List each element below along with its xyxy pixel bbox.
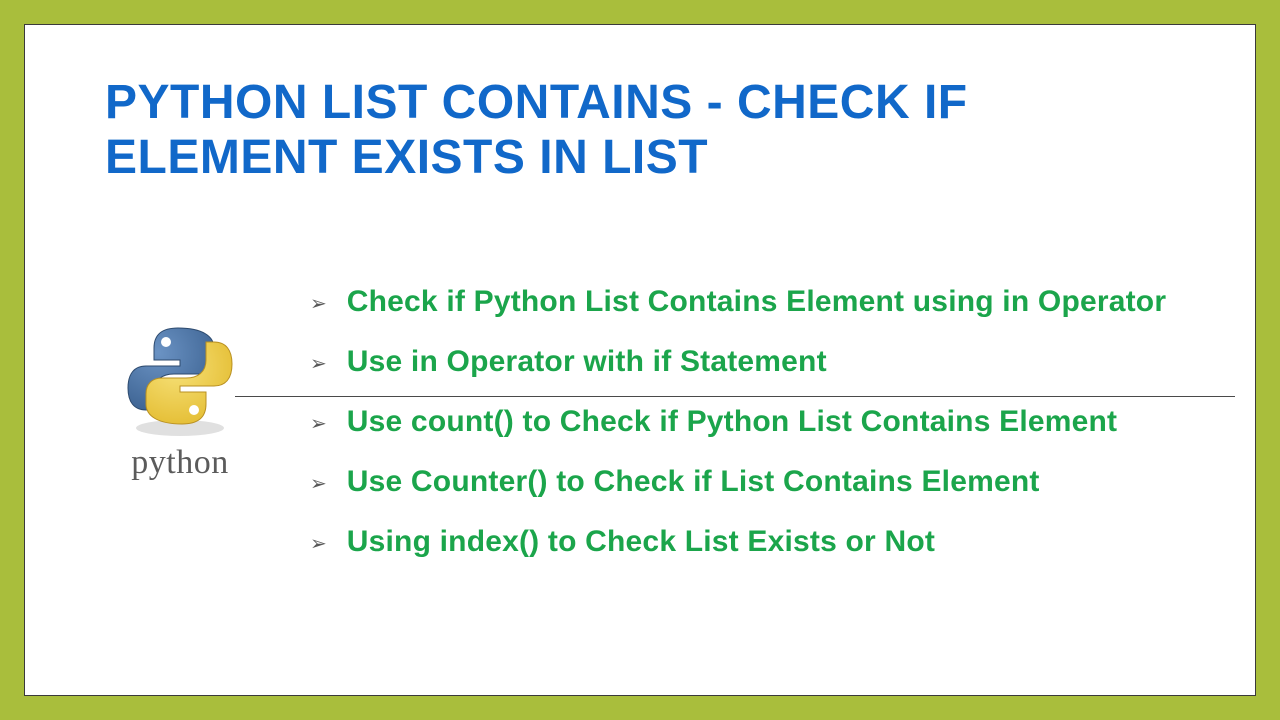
list-item: ➢ Use in Operator with if Statement: [310, 345, 1230, 379]
chevron-right-icon: ➢: [310, 411, 327, 436]
python-logo-icon: [120, 320, 240, 440]
list-item-text: Check if Python List Contains Element us…: [347, 285, 1166, 319]
list-item-text: Using index() to Check List Exists or No…: [347, 525, 935, 559]
list-item: ➢ Using index() to Check List Exists or …: [310, 525, 1230, 559]
chevron-right-icon: ➢: [310, 351, 327, 376]
list-item: ➢ Check if Python List Contains Element …: [310, 285, 1230, 319]
slide-title: PYTHON LIST CONTAINS - CHECK IF ELEMENT …: [105, 75, 1185, 185]
list-item-text: Use Counter() to Check if List Contains …: [347, 465, 1040, 499]
list-item: ➢ Use count() to Check if Python List Co…: [310, 405, 1230, 439]
chevron-right-icon: ➢: [310, 471, 327, 496]
chevron-right-icon: ➢: [310, 531, 327, 556]
chevron-right-icon: ➢: [310, 291, 327, 316]
python-logo: python: [100, 320, 260, 482]
list-item: ➢ Use Counter() to Check if List Contain…: [310, 465, 1230, 499]
slide-frame: PYTHON LIST CONTAINS - CHECK IF ELEMENT …: [24, 24, 1256, 696]
list-item-text: Use count() to Check if Python List Cont…: [347, 405, 1117, 439]
python-logo-text: python: [100, 444, 260, 482]
methods-list: ➢ Check if Python List Contains Element …: [310, 285, 1230, 585]
list-item-text: Use in Operator with if Statement: [347, 345, 827, 379]
